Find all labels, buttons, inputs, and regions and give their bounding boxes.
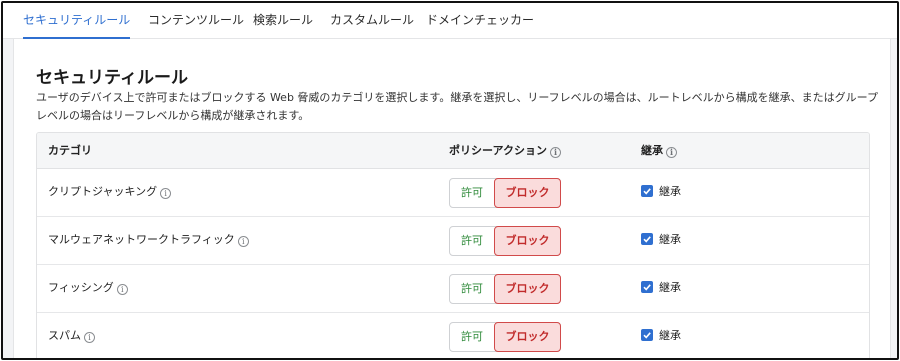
inherit-label: 継承 bbox=[659, 185, 681, 198]
category-name: スパム i bbox=[48, 313, 95, 358]
table-row: スパム i 許可 ブロック 継承 bbox=[37, 313, 869, 358]
tab-search-rules[interactable]: 検索ルール bbox=[253, 3, 313, 39]
inherit-checkbox[interactable]: 継承 bbox=[641, 313, 681, 358]
allow-button[interactable]: 許可 bbox=[450, 227, 494, 255]
rules-table: カテゴリ ポリシーアクション i 継承 i クリプトジャッキング i 許可 ブロック … bbox=[36, 132, 870, 358]
block-button[interactable]: ブロック bbox=[494, 274, 561, 304]
table-row: クリプトジャッキング i 許可 ブロック 継承 bbox=[37, 169, 869, 217]
info-icon[interactable]: i bbox=[160, 188, 172, 199]
inherit-label: 継承 bbox=[659, 329, 681, 342]
column-header-category: カテゴリ bbox=[48, 144, 92, 157]
info-icon[interactable]: i bbox=[116, 284, 128, 295]
policy-action-toggle: 許可 ブロック bbox=[449, 226, 561, 256]
inherit-label: 継承 bbox=[659, 233, 681, 246]
app-frame: セキュリティルール コンテンツルール 検索ルール カスタムルール ドメインチェッ… bbox=[1, 1, 899, 360]
tab-custom-rules[interactable]: カスタムルール bbox=[330, 3, 414, 39]
checkbox-checked-icon bbox=[641, 233, 653, 245]
inherit-checkbox[interactable]: 継承 bbox=[641, 169, 681, 217]
column-header-policy-action: ポリシーアクション i bbox=[449, 133, 562, 169]
tab-content-rules[interactable]: コンテンツルール bbox=[148, 3, 244, 39]
page-description: ユーザのデバイス上で許可またはブロックする Web 脅威のカテゴリを選択します。… bbox=[36, 91, 878, 122]
category-name: マルウェアネットワークトラフィック i bbox=[48, 217, 249, 265]
block-button[interactable]: ブロック bbox=[494, 226, 561, 256]
checkbox-checked-icon bbox=[641, 185, 653, 197]
table-row: フィッシング i 許可 ブロック 継承 bbox=[37, 265, 869, 313]
info-icon[interactable]: i bbox=[666, 147, 677, 158]
inherit-checkbox[interactable]: 継承 bbox=[641, 217, 681, 265]
category-name: クリプトジャッキング i bbox=[48, 169, 172, 217]
info-icon[interactable]: i bbox=[237, 236, 249, 247]
allow-button[interactable]: 許可 bbox=[450, 275, 494, 303]
page-title: セキュリティルール bbox=[36, 68, 188, 88]
allow-button[interactable]: 許可 bbox=[450, 323, 494, 351]
table-header: カテゴリ ポリシーアクション i 継承 i bbox=[37, 133, 869, 169]
allow-button[interactable]: 許可 bbox=[450, 179, 494, 207]
tab-domain-checker[interactable]: ドメインチェッカー bbox=[426, 3, 534, 39]
column-header-inherit: 継承 i bbox=[641, 133, 677, 169]
security-rules-panel: セキュリティルール ユーザのデバイス上で許可またはブロックする Web 脅威のカ… bbox=[13, 39, 891, 358]
checkbox-checked-icon bbox=[641, 329, 653, 341]
policy-action-toggle: 許可 ブロック bbox=[449, 322, 561, 352]
category-name: フィッシング i bbox=[48, 265, 128, 313]
inherit-label: 継承 bbox=[659, 281, 681, 294]
tab-security-rules[interactable]: セキュリティルール bbox=[23, 3, 131, 39]
block-button[interactable]: ブロック bbox=[494, 178, 561, 208]
inherit-checkbox[interactable]: 継承 bbox=[641, 265, 681, 313]
policy-action-toggle: 許可 ブロック bbox=[449, 178, 561, 208]
checkbox-checked-icon bbox=[641, 281, 653, 293]
block-button[interactable]: ブロック bbox=[494, 322, 561, 352]
info-icon[interactable]: i bbox=[84, 332, 95, 343]
policy-action-toggle: 許可 ブロック bbox=[449, 274, 561, 304]
tab-bar: セキュリティルール コンテンツルール 検索ルール カスタムルール ドメインチェッ… bbox=[3, 3, 897, 39]
info-icon[interactable]: i bbox=[550, 147, 562, 158]
table-row: マルウェアネットワークトラフィック i 許可 ブロック 継承 bbox=[37, 217, 869, 265]
